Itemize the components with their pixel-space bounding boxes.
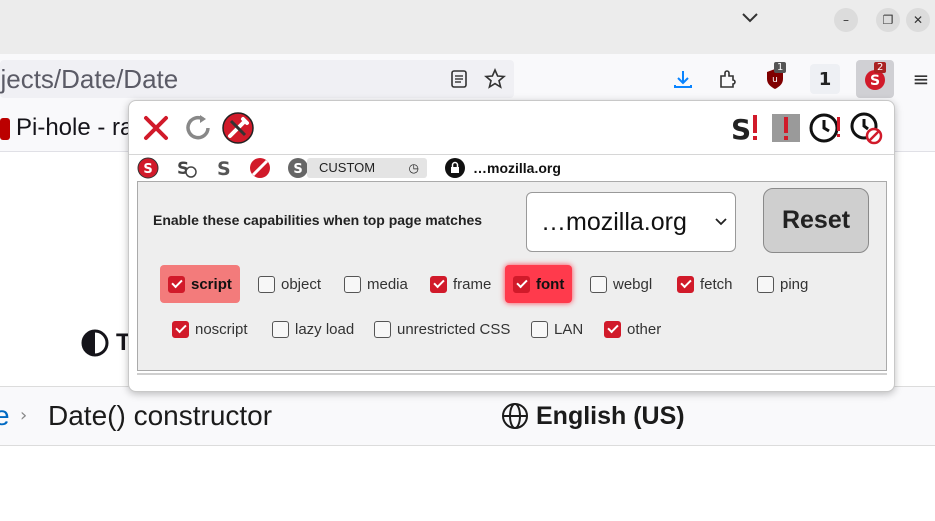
language-selector[interactable]: English (US) [500,401,685,431]
breadcrumb-separator: › [20,405,28,426]
download-icon[interactable] [668,64,698,94]
url-bar[interactable]: ojects/Date/Date [0,60,514,98]
noscript-badge: 2 [874,62,887,73]
page-breadcrumb-bar: e › Date() constructor English (US) [0,386,935,446]
default-preset-icon[interactable]: S [137,157,159,183]
options-icon[interactable] [221,111,255,145]
svg-text:S: S [293,162,302,177]
chevron-down-icon [715,213,727,229]
close-window-icon[interactable]: ✕ [906,8,930,32]
extensions-icon[interactable] [713,64,743,94]
checkbox-object[interactable] [258,275,275,293]
site-match-select[interactable]: …mozilla.org [526,192,736,252]
svg-text:u: u [772,75,778,85]
enable-capabilities-label: Enable these capabilities when top page … [153,212,483,228]
url-text: ojects/Date/Date [0,64,179,94]
clock-icon: ◷ [408,161,419,175]
checkbox-fetch[interactable] [677,275,694,293]
checkbox-lan[interactable] [531,320,548,338]
popup-top-bar: S [129,101,894,155]
svg-text:S: S [870,73,880,89]
theme-toggle[interactable]: T [80,328,131,358]
panel-divider [137,373,887,375]
revoke-temp-icon[interactable] [849,111,883,145]
checkbox-lazy-load[interactable] [272,320,289,338]
lock-icon [445,158,465,182]
tab-list-chevron-icon[interactable] [740,10,760,30]
reload-icon[interactable] [181,111,215,145]
capability-other[interactable]: other [596,310,669,348]
checkbox-frame[interactable] [430,275,447,293]
ublock-badge: 1 [774,62,787,73]
checkbox-font[interactable] [513,275,530,293]
window-titlebar: – ❐ ✕ [0,0,935,54]
nav-toolbar: ojects/Date/Date u 1 1 S 2 ≡ [0,54,935,104]
menu-icon[interactable]: ≡ [906,64,935,94]
pihole-icon [0,117,10,140]
capability-fetch[interactable]: fetch [669,265,741,303]
checkbox-unrestricted-css[interactable] [374,320,391,338]
popup-preset-row: S S S S CUSTOM ◷ …mozilla.org [129,155,894,181]
checkbox-media[interactable] [344,275,361,293]
noscript-toolbar-button[interactable]: S 2 [856,60,894,98]
capability-frame[interactable]: frame [422,265,499,303]
untrusted-preset-icon[interactable] [249,157,271,183]
custom-preset-icon[interactable]: S [287,157,309,183]
reader-view-icon[interactable] [444,64,474,94]
capability-lazy-load[interactable]: lazy load [264,310,362,348]
site-label: …mozilla.org [473,160,561,176]
checkbox-noscript[interactable] [172,320,189,338]
checkbox-other[interactable] [604,320,621,338]
ublock-icon[interactable]: u 1 [760,62,790,94]
checkbox-script[interactable] [168,275,185,293]
reset-button[interactable]: Reset [763,188,869,253]
custom-capabilities-panel: Enable these capabilities when top page … [137,181,887,371]
custom-preset-label[interactable]: CUSTOM ◷ [307,158,427,178]
bookmark-pihole[interactable]: Pi-hole - ra [0,114,133,142]
temp-trusted-preset-icon[interactable]: S [175,157,197,183]
noscript-popup: S S S S S CUSTOM ◷ …mozilla.org Enable t… [128,100,895,392]
trusted-preset-icon[interactable]: S [213,157,235,183]
checkbox-ping[interactable] [757,275,774,293]
temp-trust-icon[interactable] [809,111,843,145]
capability-unrestricted-css[interactable]: unrestricted CSS [366,310,518,348]
breadcrumb-current: Date() constructor [48,400,273,431]
svg-text:S: S [143,162,152,177]
capability-object[interactable]: object [250,265,329,303]
theme-contrast-icon [81,329,109,357]
restore-icon[interactable]: ❐ [876,8,900,32]
extension-number-button[interactable]: 1 [810,64,840,94]
capability-ping[interactable]: ping [749,265,816,303]
capability-script[interactable]: script [160,265,240,303]
close-icon[interactable] [139,111,173,145]
bookmark-star-icon[interactable] [480,64,510,94]
svg-text:S: S [217,158,231,179]
capability-media[interactable]: media [336,265,416,303]
capability-lan[interactable]: LAN [523,310,591,348]
breadcrumb-link[interactable]: e [0,400,10,432]
capability-webgl[interactable]: webgl [582,265,660,303]
temp-trust-page-icon[interactable] [769,111,803,145]
capability-noscript[interactable]: noscript [164,310,256,348]
capability-font[interactable]: font [505,265,573,303]
globe-icon [502,403,528,429]
checkbox-webgl[interactable] [590,275,607,293]
minimize-icon[interactable]: – [834,8,858,32]
global-allow-icon[interactable]: S [729,111,763,145]
svg-text:S: S [731,113,751,145]
